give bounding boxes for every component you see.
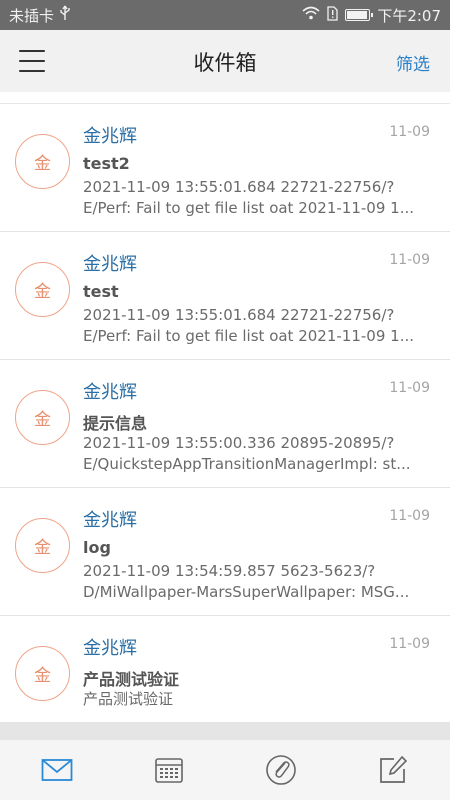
mail-date: 11-09 (389, 380, 430, 396)
battery-fill (347, 11, 368, 19)
mail-date: 11-09 (389, 636, 430, 652)
inbox-screen: 未插卡 下午2:07 收件箱 筛选 金 金兆辉 11-09 test2 2021… (0, 0, 450, 800)
sender-avatar: 金 (15, 262, 70, 317)
preview-line: E/Perf: Fail to get file list oat 2021-1… (83, 327, 414, 345)
mail-subject: 提示信息 (83, 414, 148, 433)
mail-preview: 2021-11-09 13:55:00.336 20895-20895/? E/… (83, 433, 428, 475)
mail-subject: test (83, 282, 119, 301)
preview-line: 2021-11-09 13:54:59.857 5623-5623/? (83, 562, 376, 580)
sender-name: 金兆辉 (83, 510, 137, 531)
wifi-icon (302, 6, 320, 24)
mail-item[interactable]: 金 金兆辉 11-09 log 2021-11-09 13:54:59.857 … (0, 488, 450, 616)
mail-item[interactable]: 金 金兆辉 11-09 提示信息 2021-11-09 13:55:00.336… (0, 360, 450, 488)
carrier-text: 未插卡 (9, 6, 55, 25)
calendar-icon[interactable] (152, 753, 186, 787)
sender-avatar: 金 (15, 646, 70, 701)
mail-subject: log (83, 538, 111, 557)
filter-button[interactable]: 筛选 (396, 50, 430, 75)
preview-line: 2021-11-09 13:55:01.684 22721-22756/? (83, 178, 395, 196)
preview-line: 产品测试验证 (83, 690, 174, 708)
sim-alert-icon (327, 5, 338, 25)
sender-avatar: 金 (15, 518, 70, 573)
app-header: 收件箱 筛选 (0, 30, 450, 92)
sender-avatar: 金 (15, 390, 70, 445)
preview-line: E/Perf: Fail to get file list oat 2021-1… (83, 199, 414, 217)
status-left: 未插卡 (9, 5, 302, 26)
paperclip-icon[interactable] (264, 753, 298, 787)
compose-icon[interactable] (376, 753, 410, 787)
sender-name: 金兆辉 (83, 638, 137, 659)
status-right: 下午2:07 (302, 5, 441, 26)
list-top-divider (0, 92, 450, 104)
mail-item[interactable]: 金 金兆辉 11-09 test2 2021-11-09 13:55:01.68… (0, 104, 450, 232)
page-title: 收件箱 (193, 51, 257, 75)
mail-list[interactable]: 金 金兆辉 11-09 test2 2021-11-09 13:55:01.68… (0, 104, 450, 726)
bottom-nav (0, 740, 450, 800)
list-footer-gap (0, 722, 450, 740)
mail-preview: 2021-11-09 13:54:59.857 5623-5623/? D/Mi… (83, 561, 428, 603)
preview-line: D/MiWallpaper-MarsSuperWallpaper: MSG... (83, 583, 410, 601)
mail-item[interactable]: 金 金兆辉 11-09 test 2021-11-09 13:55:01.684… (0, 232, 450, 360)
mail-subject: test2 (83, 154, 130, 173)
mail-date: 11-09 (389, 252, 430, 268)
preview-line: E/QuickstepAppTransitionManagerImpl: st.… (83, 455, 411, 473)
battery-icon (345, 9, 374, 21)
mail-preview: 2021-11-09 13:55:01.684 22721-22756/? E/… (83, 305, 428, 347)
usb-icon (59, 5, 71, 25)
mail-preview: 产品测试验证 (83, 689, 428, 710)
mail-date: 11-09 (389, 124, 430, 140)
preview-line: 2021-11-09 13:55:01.684 22721-22756/? (83, 306, 395, 324)
clock-text: 下午2:07 (377, 6, 441, 25)
sender-avatar: 金 (15, 134, 70, 189)
mail-preview: 2021-11-09 13:55:01.684 22721-22756/? E/… (83, 177, 428, 219)
sender-name: 金兆辉 (83, 126, 137, 147)
sender-name: 金兆辉 (83, 382, 137, 403)
status-bar: 未插卡 下午2:07 (0, 0, 450, 30)
mail-item[interactable]: 金 金兆辉 11-09 产品测试验证 产品测试验证 (0, 616, 450, 726)
mail-date: 11-09 (389, 508, 430, 524)
preview-line: 2021-11-09 13:55:00.336 20895-20895/? (83, 434, 395, 452)
sender-name: 金兆辉 (83, 254, 137, 275)
mail-subject: 产品测试验证 (83, 670, 180, 689)
mail-icon[interactable] (40, 753, 74, 787)
